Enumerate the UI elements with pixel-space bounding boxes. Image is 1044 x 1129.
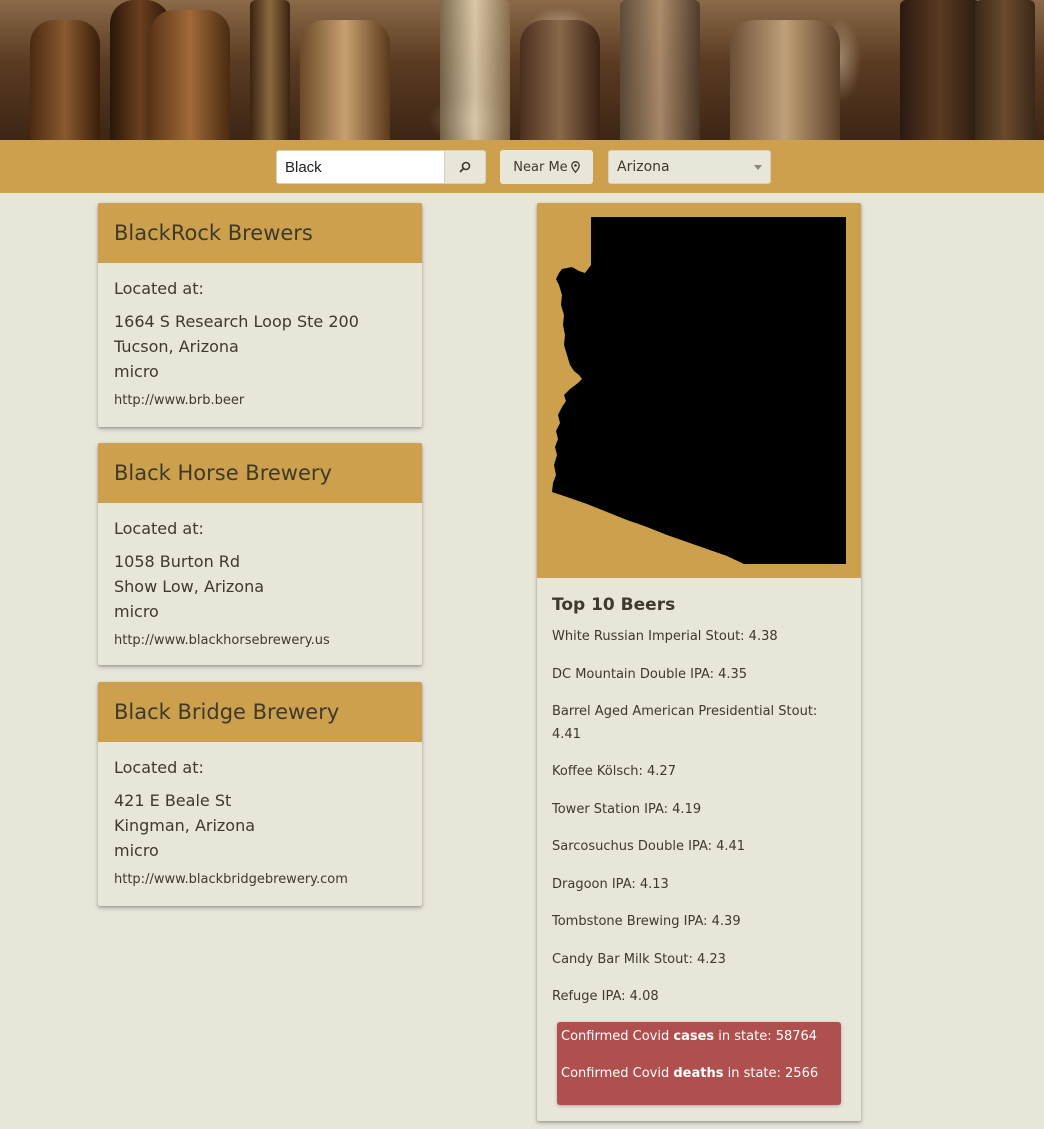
- chevron-down-icon: [754, 165, 762, 170]
- brewery-type: micro: [114, 362, 159, 381]
- brewery-type: micro: [114, 602, 159, 621]
- brewery-name: Black Horse Brewery: [98, 443, 422, 503]
- brewery-street: 1664 S Research Loop Ste 200: [114, 312, 359, 331]
- list-item: White Russian Imperial Stout: 4.38: [552, 629, 778, 644]
- located-label: Located at:: [114, 519, 204, 538]
- brewery-city-state: Tucson, Arizona: [114, 337, 239, 356]
- brewery-website-link[interactable]: http://www.blackbridgebrewery.com: [114, 872, 406, 887]
- covid-cases-text: Confirmed Covid cases in state: 58764: [561, 1029, 818, 1044]
- list-item: Dragoon IPA: 4.13: [552, 876, 669, 892]
- state-info-panel: Top 10 Beers White Russian Imperial Stou…: [537, 203, 861, 1121]
- search-icon: [459, 161, 471, 173]
- list-item: Sarcosuchus Double IPA: 4.41: [552, 839, 746, 854]
- near-me-button[interactable]: Near Me: [500, 150, 593, 184]
- brewery-city-state: Show Low, Arizona: [114, 577, 265, 596]
- map-marker-icon: [570, 161, 580, 173]
- search-input[interactable]: [276, 150, 445, 184]
- near-me-label: Near Me: [513, 159, 568, 175]
- list-item: Tower Station IPA: 4.19: [552, 801, 702, 817]
- brewery-name: Black Bridge Brewery: [98, 682, 422, 742]
- list-item: DC Mountain Double IPA: 4.35: [552, 666, 748, 682]
- brewery-card: Black Bridge Brewery Located at: 421 E B…: [98, 682, 422, 906]
- hero-banner-image: [0, 0, 1044, 140]
- list-item: Refuge IPA: 4.08: [552, 989, 659, 1004]
- brewery-city-state: Kingman, Arizona: [114, 816, 256, 835]
- top-beers-list: White Russian Imperial Stout: 4.38 DC Mo…: [552, 626, 842, 1024]
- brewery-website-link[interactable]: http://www.blackhorsebrewery.us: [114, 633, 406, 648]
- arizona-silhouette-icon: [552, 217, 846, 564]
- brewery-card: Black Horse Brewery Located at: 1058 Bur…: [98, 443, 422, 665]
- brewery-card: BlackRock Brewers Located at: 1664 S Res…: [98, 203, 422, 427]
- list-item: Barrel Aged American Presidential Stout:…: [552, 704, 818, 742]
- brewery-type: micro: [114, 841, 159, 860]
- brewery-street: 421 E Beale St: [114, 791, 232, 810]
- search-bar: Near Me Arizona: [0, 140, 1044, 193]
- brewery-website-link[interactable]: http://www.brb.beer: [114, 393, 406, 408]
- state-select-value: Arizona: [617, 159, 670, 175]
- list-item: Candy Bar Milk Stout: 4.23: [552, 951, 726, 967]
- brewery-street: 1058 Burton Rd: [114, 552, 241, 571]
- state-select[interactable]: Arizona: [608, 150, 771, 184]
- search-button[interactable]: [444, 150, 486, 184]
- list-item: Tombstone Brewing IPA: 4.39: [552, 914, 741, 929]
- brewery-name: BlackRock Brewers: [98, 203, 422, 263]
- top-beers-title: Top 10 Beers: [552, 595, 676, 615]
- state-map: [537, 203, 861, 578]
- located-label: Located at:: [114, 758, 204, 777]
- list-item: Koffee Kölsch: 4.27: [552, 764, 676, 779]
- covid-deaths-text: Confirmed Covid deaths in state: 2566: [561, 1066, 819, 1081]
- covid-alert: Confirmed Covid cases in state: 58764 Co…: [557, 1022, 841, 1105]
- located-label: Located at:: [114, 279, 204, 298]
